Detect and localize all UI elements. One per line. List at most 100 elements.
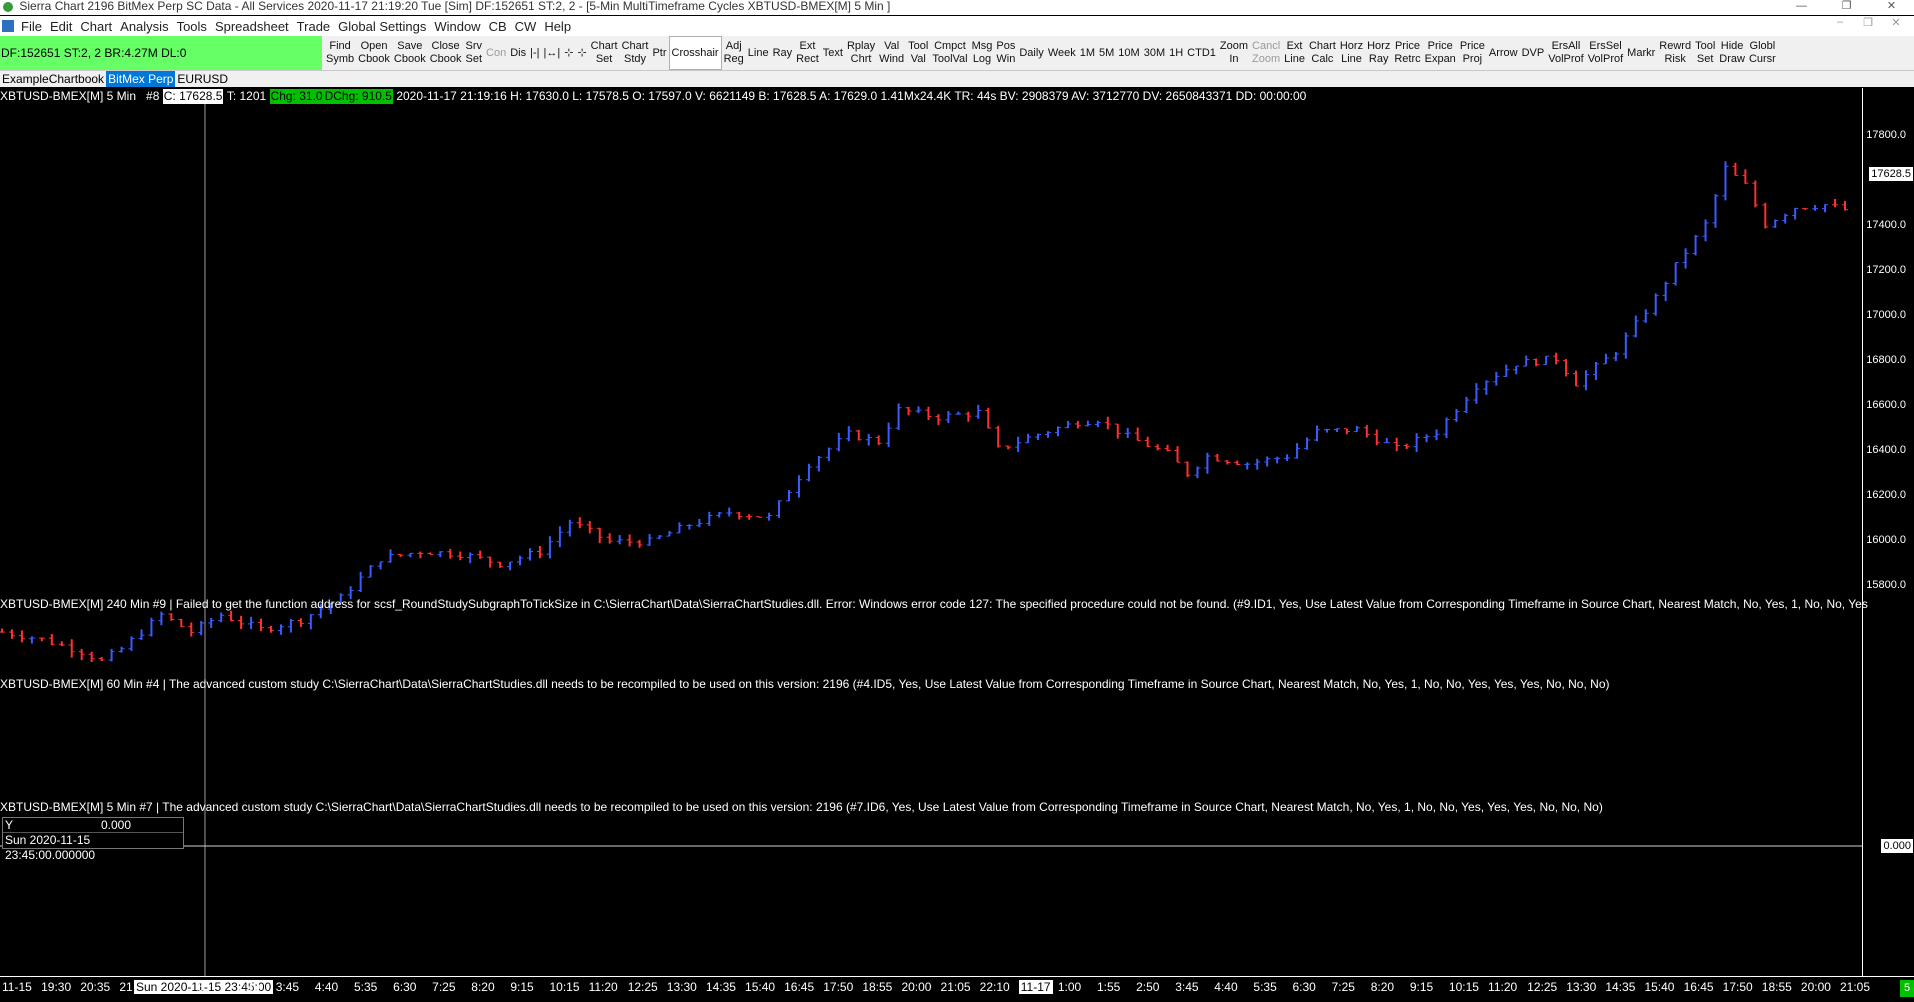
toolbar-button-13[interactable]: Ptr xyxy=(650,36,668,70)
toolbar-button-0[interactable]: Find Symb xyxy=(324,36,356,70)
ohlc-bar xyxy=(875,435,882,446)
toolbar-button-14[interactable]: Crosshair xyxy=(668,36,722,70)
toolbar-button-36[interactable]: Ext Line xyxy=(1282,36,1307,70)
ohlc-bar xyxy=(297,618,304,627)
toolbar-button-40[interactable]: Price Retrc xyxy=(1392,36,1422,70)
toolbar-button-26[interactable]: Daily xyxy=(1017,36,1045,70)
toolbar-button-41[interactable]: Price Expan xyxy=(1423,36,1458,70)
toolbar-button-24[interactable]: Msg Log xyxy=(970,36,995,70)
time-tick-label: 9:15 xyxy=(1409,980,1434,994)
toolbar-button-37[interactable]: Chart Calc xyxy=(1307,36,1338,70)
toolbar-button-33[interactable]: CTD1 xyxy=(1185,36,1218,70)
ohlc-bar xyxy=(586,521,593,534)
toolbar-button-49[interactable]: Tool Set xyxy=(1693,36,1717,70)
toolbar-button-21[interactable]: Val Wind xyxy=(877,36,906,70)
toolbar-button-23[interactable]: Cmpct ToolVal xyxy=(930,36,969,70)
toolbar-button-47[interactable]: Markr xyxy=(1625,36,1657,70)
toolbar-button-11[interactable]: Chart Set xyxy=(589,36,620,70)
toolbar-button-4[interactable]: Srv Set xyxy=(464,36,485,70)
ohlc-bar xyxy=(1702,219,1709,242)
menu-file[interactable]: File xyxy=(17,19,46,34)
time-tick-label: 7:25 xyxy=(432,980,456,994)
toolbar-button-17[interactable]: Ray xyxy=(771,36,795,70)
toolbar-button-44[interactable]: DVP xyxy=(1520,36,1547,70)
toolbar-button-6[interactable]: Dis xyxy=(508,36,528,70)
mdi-close-button[interactable]: ✕ xyxy=(1882,16,1910,29)
toolbar-button-35[interactable]: Cancl Zoom xyxy=(1250,36,1282,70)
menu-window[interactable]: Window xyxy=(430,19,484,34)
toolbar-button-22[interactable]: Tool Val xyxy=(906,36,930,70)
toolbar-button-2[interactable]: Save Cbook xyxy=(392,36,428,70)
ohlc-bar xyxy=(1523,355,1530,367)
price-tick-label: 17200.0 xyxy=(1866,264,1906,276)
price-tick-label: 17000.0 xyxy=(1866,309,1906,321)
ohlc-bar xyxy=(1353,425,1360,433)
time-tick-label: 4:40 xyxy=(1214,980,1238,994)
toolbar-button-7[interactable]: |-| xyxy=(528,36,541,70)
toolbar-button-45[interactable]: ErsAll VolProf xyxy=(1546,36,1585,70)
ohlc-bar xyxy=(865,433,872,446)
document-icon[interactable] xyxy=(2,20,14,32)
connection-status-box: DF:152651 ST:2, 2 BR:4.27M DL:0 xyxy=(0,36,322,70)
toolbar-button-38[interactable]: Horz Line xyxy=(1338,36,1365,70)
toolbar-button-27[interactable]: Week xyxy=(1046,36,1078,70)
menu-tools[interactable]: Tools xyxy=(173,19,211,34)
toolbar-button-8[interactable]: |↔| xyxy=(542,36,563,70)
minimize-button[interactable]: — xyxy=(1779,0,1824,15)
toolbar-button-3[interactable]: Close Cbook xyxy=(428,36,464,70)
menu-cb[interactable]: CB xyxy=(485,19,511,34)
toolbar-button-28[interactable]: 1M xyxy=(1078,36,1097,70)
toolbar-button-12[interactable]: Chart Stdy xyxy=(620,36,651,70)
ohlc-bar xyxy=(1304,437,1311,450)
menu-chart[interactable]: Chart xyxy=(76,19,116,34)
toolbar-button-15[interactable]: Adj Reg xyxy=(722,36,746,70)
price-chart-canvas[interactable] xyxy=(0,88,1862,976)
menu-spreadsheet[interactable]: Spreadsheet xyxy=(211,19,293,34)
toolbar-button-43[interactable]: Arrow xyxy=(1487,36,1520,70)
mdi-window-controls: – ❐ ✕ xyxy=(1826,16,1910,29)
toolbar-button-25[interactable]: Pos Win xyxy=(994,36,1017,70)
mdi-restore-button[interactable]: ❐ xyxy=(1854,16,1882,29)
menu-edit[interactable]: Edit xyxy=(46,19,76,34)
tab-example-chartbook[interactable]: ExampleChartbook xyxy=(0,71,106,87)
toolbar-button-30[interactable]: 10M xyxy=(1116,36,1141,70)
toolbar-button-19[interactable]: Text xyxy=(821,36,845,70)
ohlc-bar xyxy=(1054,426,1061,437)
toolbar-button-16[interactable]: Line xyxy=(746,36,771,70)
toolbar-button-18[interactable]: Ext Rect xyxy=(794,36,821,70)
tab-bitmex-perp[interactable]: BitMex Perp xyxy=(106,71,176,87)
toolbar-button-48[interactable]: Rewrd Risk xyxy=(1657,36,1693,70)
toolbar-button-31[interactable]: 30M xyxy=(1142,36,1167,70)
toolbar-button-20[interactable]: Rplay Chrt xyxy=(845,36,877,70)
menu-analysis[interactable]: Analysis xyxy=(116,19,172,34)
toolbar-button-34[interactable]: Zoom In xyxy=(1218,36,1250,70)
ohlc-bar xyxy=(1284,454,1291,461)
toolbar-button-9[interactable]: ⊹ xyxy=(562,36,575,70)
price-scale[interactable]: 17800.0 17400.0 17200.0 17000.0 16800.0 … xyxy=(1862,88,1914,976)
menu-cw[interactable]: CW xyxy=(511,19,541,34)
ohlc-bar xyxy=(1403,443,1410,449)
toolbar-button-5[interactable]: Con xyxy=(484,36,508,70)
tab-eurusd[interactable]: EURUSD xyxy=(175,71,230,87)
toolbar-button-10[interactable]: ⊹ xyxy=(575,36,588,70)
chart-window[interactable]: XBTUSD-BMEX[M] 5 Min #8 C: 17628.5 T: 12… xyxy=(0,88,1914,976)
toolbar-button-42[interactable]: Price Proj xyxy=(1458,36,1487,70)
toolbar-button-50[interactable]: Hide Draw xyxy=(1717,36,1747,70)
mdi-minimize-button[interactable]: – xyxy=(1826,16,1854,29)
toolbar-button-46[interactable]: ErsSel VolProf xyxy=(1586,36,1625,70)
menu-global-settings[interactable]: Global Settings xyxy=(334,19,430,34)
toolbar-button-39[interactable]: Horz Ray xyxy=(1365,36,1392,70)
ohlc-bar xyxy=(507,561,514,571)
current-price-readout: C: 17628.5 xyxy=(162,89,224,104)
toolbar-button-29[interactable]: 5M xyxy=(1097,36,1116,70)
menu-help[interactable]: Help xyxy=(540,19,575,34)
close-button[interactable]: ✕ xyxy=(1869,0,1914,15)
price-tick-label: 16800.0 xyxy=(1866,354,1906,366)
menu-trade[interactable]: Trade xyxy=(293,19,334,34)
toolbar-button-51[interactable]: Globl Cursr xyxy=(1747,36,1778,70)
restore-button[interactable]: ❐ xyxy=(1824,0,1869,15)
time-scale[interactable]: 5 11-15 19:30 20:35 21 Sun 2020-11-15 23:45:… xyxy=(0,976,1914,1002)
toolbar-button-32[interactable]: 1H xyxy=(1167,36,1185,70)
toolbar-button-1[interactable]: Open Cbook xyxy=(356,36,392,70)
ohlc-bar xyxy=(915,406,922,414)
